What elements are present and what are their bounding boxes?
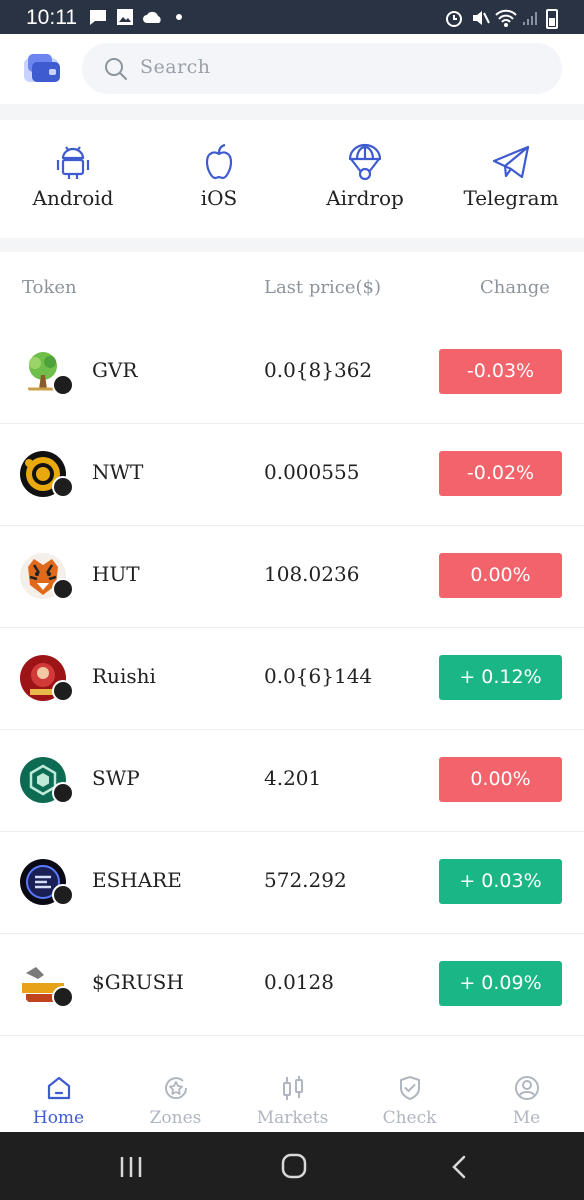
android-icon bbox=[56, 146, 90, 179]
section-divider bbox=[0, 104, 584, 120]
token-price: 4.201 bbox=[264, 766, 322, 790]
token-row[interactable]: GVR 0.0{8}362 -0.03% bbox=[0, 322, 584, 424]
token-name: Ruishi bbox=[92, 664, 156, 688]
recent-apps-icon[interactable] bbox=[118, 1154, 144, 1180]
bnb-chain-icon bbox=[52, 374, 74, 396]
bnb-chain-icon bbox=[52, 986, 74, 1008]
token-table-header: Token Last price($) Change bbox=[0, 252, 584, 322]
markets-icon bbox=[283, 1076, 303, 1100]
nav-markets[interactable]: Markets bbox=[234, 1062, 351, 1132]
wallet-logo-icon[interactable] bbox=[22, 52, 62, 86]
token-name: GVR bbox=[92, 358, 138, 382]
token-name: SWP bbox=[92, 766, 140, 790]
user-icon bbox=[515, 1076, 539, 1100]
nav-label: Me bbox=[512, 1108, 541, 1128]
parachute-icon bbox=[348, 143, 382, 181]
change-badge: + 0.03% bbox=[439, 859, 562, 904]
bottom-nav: Home Zones Markets Check Me bbox=[0, 1062, 584, 1132]
bnb-chain-icon bbox=[52, 782, 74, 804]
app-header: Search bbox=[0, 34, 584, 104]
token-price: 0.0{6}144 bbox=[264, 664, 373, 688]
bnb-chain-icon bbox=[52, 884, 74, 906]
quick-link-android[interactable]: Android bbox=[0, 120, 146, 238]
token-row[interactable]: ESHARE 572.292 + 0.03% bbox=[0, 832, 584, 934]
section-divider bbox=[0, 238, 584, 252]
quick-link-ios[interactable]: iOS bbox=[146, 120, 292, 238]
token-row[interactable]: Ruishi 0.0{6}144 + 0.12% bbox=[0, 628, 584, 730]
search-placeholder: Search bbox=[140, 56, 211, 78]
quick-link-label: Telegram bbox=[463, 186, 559, 210]
change-badge: -0.03% bbox=[439, 349, 562, 394]
change-badge: 0.00% bbox=[439, 553, 562, 598]
bnb-chain-icon bbox=[52, 476, 74, 498]
mute-icon bbox=[473, 11, 490, 25]
quick-link-label: Android bbox=[32, 186, 114, 210]
system-nav-bar bbox=[0, 1132, 584, 1200]
change-badge: 0.00% bbox=[439, 757, 562, 802]
token-name: $GRUSH bbox=[92, 970, 184, 994]
nav-label: Zones bbox=[149, 1108, 202, 1128]
cloud-icon bbox=[143, 11, 161, 23]
change-badge: + 0.12% bbox=[439, 655, 562, 700]
nav-check[interactable]: Check bbox=[351, 1062, 468, 1132]
quick-links: Android iOS Airdrop Telegram bbox=[0, 120, 584, 238]
token-price: 572.292 bbox=[264, 868, 347, 892]
token-row[interactable]: SWP 4.201 0.00% bbox=[0, 730, 584, 832]
token-price: 108.0236 bbox=[264, 562, 360, 586]
bnb-chain-icon bbox=[52, 680, 74, 702]
wifi-icon bbox=[495, 9, 517, 27]
gallery-icon bbox=[117, 9, 133, 25]
home-button-icon[interactable] bbox=[280, 1152, 308, 1180]
token-row[interactable]: $GRUSH 0.0128 + 0.09% bbox=[0, 934, 584, 1036]
home-icon bbox=[47, 1076, 71, 1100]
column-header-token[interactable]: Token bbox=[22, 277, 77, 298]
message-icon bbox=[90, 10, 106, 25]
token-row[interactable]: NWT 0.000555 -0.02% bbox=[0, 424, 584, 526]
change-badge: -0.02% bbox=[439, 451, 562, 496]
signal-icon bbox=[523, 12, 537, 25]
telegram-icon bbox=[492, 145, 530, 179]
column-header-price[interactable]: Last price($) bbox=[264, 277, 381, 298]
zones-icon bbox=[165, 1077, 188, 1100]
nav-me[interactable]: Me bbox=[468, 1062, 584, 1132]
notification-dot-icon bbox=[176, 14, 182, 20]
token-price: 0.000555 bbox=[264, 460, 360, 484]
nav-home[interactable]: Home bbox=[0, 1062, 117, 1132]
token-name: ESHARE bbox=[92, 868, 182, 892]
quick-link-telegram[interactable]: Telegram bbox=[438, 120, 584, 238]
shield-check-icon bbox=[400, 1076, 420, 1100]
column-header-change[interactable]: Change bbox=[480, 277, 550, 298]
status-time: 10:11 bbox=[26, 6, 77, 29]
quick-link-label: Airdrop bbox=[326, 186, 404, 210]
token-name: NWT bbox=[92, 460, 144, 484]
change-badge: + 0.09% bbox=[439, 961, 562, 1006]
token-row[interactable]: HUT 108.0236 0.00% bbox=[0, 526, 584, 628]
search-icon bbox=[105, 58, 127, 80]
token-price: 0.0{8}362 bbox=[264, 358, 373, 382]
apple-icon bbox=[205, 143, 233, 180]
nav-zones[interactable]: Zones bbox=[117, 1062, 234, 1132]
bnb-chain-icon bbox=[52, 578, 74, 600]
battery-icon bbox=[546, 9, 558, 29]
nav-label: Check bbox=[382, 1108, 437, 1128]
quick-link-airdrop[interactable]: Airdrop bbox=[292, 120, 438, 238]
nav-label: Home bbox=[32, 1108, 85, 1128]
search-input[interactable]: Search bbox=[82, 43, 562, 94]
quick-link-label: iOS bbox=[200, 186, 238, 210]
status-bar: 10:11 bbox=[0, 0, 584, 34]
back-icon[interactable] bbox=[448, 1154, 470, 1180]
nav-label: Markets bbox=[256, 1108, 329, 1128]
token-price: 0.0128 bbox=[264, 970, 334, 994]
token-name: HUT bbox=[92, 562, 140, 586]
alarm-icon bbox=[446, 11, 462, 27]
